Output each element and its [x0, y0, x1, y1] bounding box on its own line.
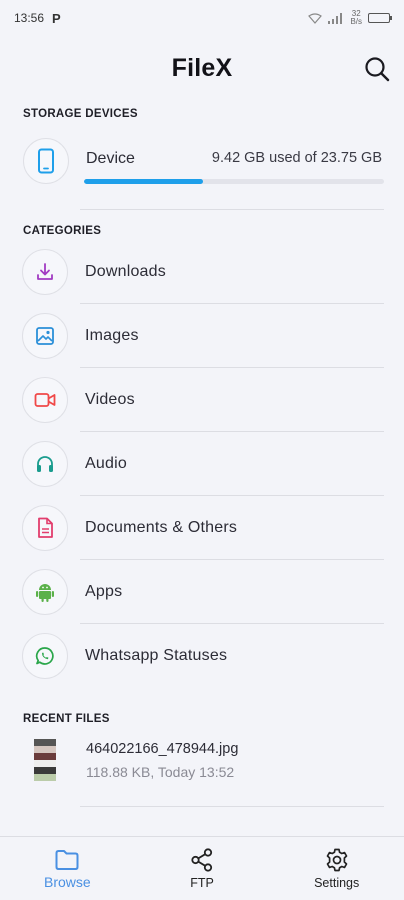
- category-icon-circle: [22, 249, 68, 295]
- signal-icon: [328, 12, 343, 24]
- category-whatsapp-statuses[interactable]: Whatsapp Statuses: [0, 624, 404, 688]
- nav-label: FTP: [190, 876, 214, 890]
- file-meta: 118.88 KB, Today 13:52: [86, 764, 235, 780]
- search-icon[interactable]: [362, 54, 392, 84]
- phone-icon: [38, 148, 54, 174]
- categories-list: Downloads Images Videos Audio Documents …: [0, 240, 404, 688]
- video-icon: [34, 393, 56, 407]
- nav-settings[interactable]: Settings: [269, 837, 404, 900]
- category-downloads[interactable]: Downloads: [0, 240, 404, 304]
- nav-label: Browse: [43, 874, 91, 890]
- divider: [80, 806, 384, 807]
- status-bar: 13:56 P 32 B/s: [0, 0, 404, 36]
- folder-icon: [55, 850, 79, 870]
- category-icon-circle: [22, 569, 68, 615]
- category-label: Whatsapp Statuses: [85, 647, 228, 664]
- category-images[interactable]: Images: [0, 304, 404, 368]
- category-videos[interactable]: Videos: [0, 368, 404, 432]
- device-label: Device: [86, 150, 135, 167]
- category-icon-circle: [22, 377, 68, 423]
- wifi-icon: [308, 12, 323, 24]
- nav-browse[interactable]: Browse: [0, 837, 135, 900]
- app-header: FileX: [0, 36, 404, 100]
- category-label: Documents & Others: [85, 519, 238, 536]
- download-icon: [37, 263, 53, 280]
- category-label: Images: [85, 327, 139, 344]
- headphones-icon: [37, 456, 53, 472]
- file-thumbnail: [34, 739, 56, 781]
- device-icon-circle: [23, 138, 69, 184]
- categories-section-title: CATEGORIES: [23, 225, 102, 237]
- nav-ftp[interactable]: FTP: [135, 837, 270, 900]
- device-storage-row[interactable]: Device 9.42 GB used of 23.75 GB: [0, 120, 404, 210]
- category-documents[interactable]: Documents & Others: [0, 496, 404, 560]
- gear-icon: [326, 848, 348, 872]
- nav-label: Settings: [314, 876, 360, 890]
- file-name: 464022166_478944.jpg: [86, 741, 239, 757]
- status-time: 13:56: [14, 11, 45, 25]
- share-icon: [191, 848, 213, 872]
- network-speed: 32 B/s: [350, 9, 362, 26]
- category-audio[interactable]: Audio: [0, 432, 404, 496]
- category-icon-circle: [22, 313, 68, 359]
- category-label: Audio: [85, 455, 127, 472]
- app-title: FileX: [171, 53, 233, 82]
- android-icon: [36, 584, 54, 602]
- storage-section-title: STORAGE DEVICES: [23, 108, 138, 120]
- divider: [80, 209, 384, 210]
- storage-progress-fill: [84, 179, 204, 184]
- category-label: Downloads: [85, 263, 166, 280]
- battery-icon: [368, 13, 392, 23]
- app-notification-icon: P: [52, 10, 61, 26]
- recent-file-row[interactable]: 464022166_478944.jpg 118.88 KB, Today 13…: [0, 725, 404, 807]
- document-icon: [38, 517, 53, 538]
- category-label: Videos: [85, 391, 135, 408]
- bottom-navigation: Browse FTP Settings: [0, 836, 404, 900]
- image-icon: [36, 327, 54, 345]
- category-apps[interactable]: Apps: [0, 560, 404, 624]
- category-label: Apps: [85, 583, 123, 600]
- category-icon-circle: [22, 633, 68, 679]
- category-icon-circle: [22, 505, 68, 551]
- category-icon-circle: [22, 441, 68, 487]
- whatsapp-icon: [35, 647, 54, 665]
- device-usage: 9.42 GB used of 23.75 GB: [211, 150, 382, 166]
- storage-progress-bar: [84, 179, 384, 184]
- recent-section-title: RECENT FILES: [23, 713, 110, 725]
